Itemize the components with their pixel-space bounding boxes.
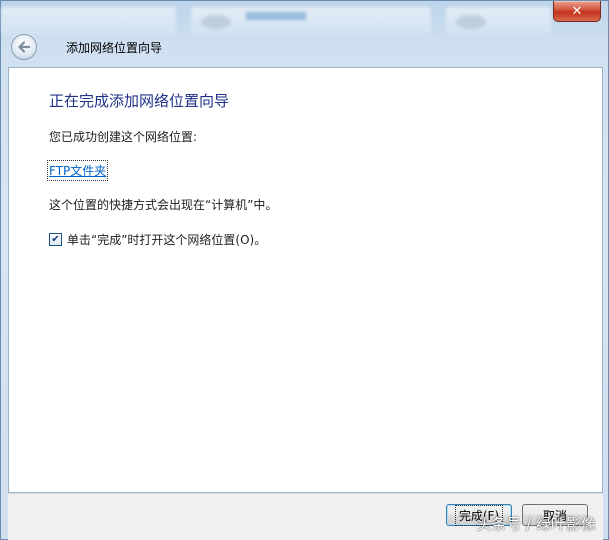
wizard-content: 正在完成添加网络位置向导 您已成功创建这个网络位置: FTP文件夹 这个位置的快… <box>8 67 603 493</box>
window-title: 添加网络位置向导 <box>66 41 163 55</box>
page-title: 正在完成添加网络位置向导 <box>49 92 230 110</box>
background-window-blur <box>446 7 551 35</box>
checkmark-icon: ✔ <box>51 233 60 245</box>
back-button[interactable] <box>11 34 37 60</box>
open-location-option[interactable]: ✔ 单击“完成”时打开这个网络位置(O)。 <box>49 231 266 248</box>
wizard-window: ✕ 添加网络位置向导 正在完成添加网络位置向导 您已成功创建这个网络位置: FT… <box>0 0 609 540</box>
close-icon: ✕ <box>571 3 583 19</box>
open-location-checkbox[interactable]: ✔ <box>49 233 62 246</box>
success-message: 您已成功创建这个网络位置: <box>49 130 198 144</box>
network-location-link[interactable]: FTP文件夹 <box>46 160 109 181</box>
background-window-blur <box>191 7 431 35</box>
close-button[interactable]: ✕ <box>553 1 601 22</box>
open-location-label[interactable]: 单击“完成”时打开这个网络位置(O)。 <box>67 231 266 248</box>
shortcut-message: 这个位置的快捷方式会出现在“计算机”中。 <box>49 198 278 212</box>
watermark: 头条号 / 绿叶影像 <box>476 515 596 533</box>
back-arrow-icon <box>18 41 31 53</box>
background-window-blur <box>1 7 176 35</box>
